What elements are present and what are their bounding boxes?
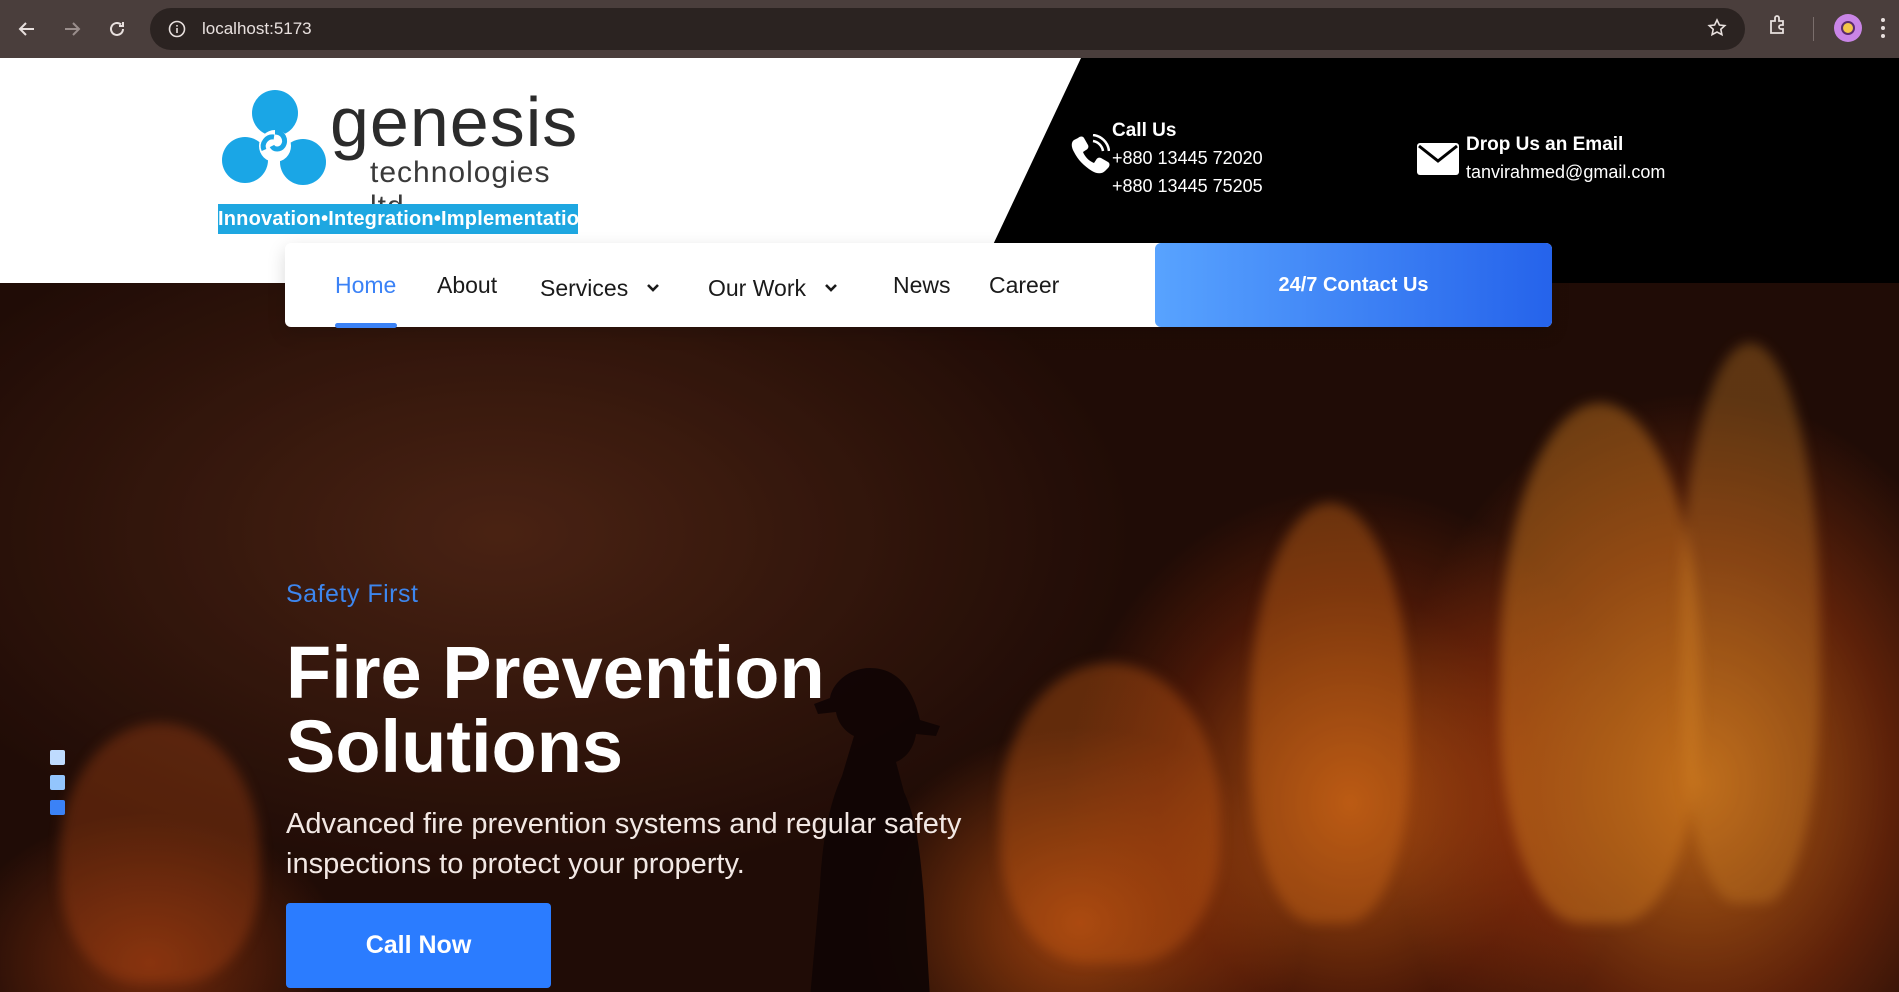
browser-toolbar: localhost:5173 bbox=[0, 0, 1899, 58]
nav-item-label: Our Work bbox=[708, 274, 806, 301]
toolbar-divider bbox=[1813, 17, 1814, 41]
nav-item-our-work[interactable]: Our Work bbox=[708, 246, 838, 330]
hero-eyebrow: Safety First bbox=[286, 580, 419, 608]
contact-us-button[interactable]: 24/7 Contact Us bbox=[1155, 243, 1552, 327]
url-text: localhost:5173 bbox=[202, 19, 312, 38]
contact-email: Drop Us an Email tanvirahmed@gmail.com bbox=[1417, 132, 1766, 186]
back-button[interactable] bbox=[9, 11, 45, 47]
envelope-icon bbox=[1417, 143, 1459, 175]
nav-item-label: Home bbox=[335, 271, 397, 298]
nav-item-news[interactable]: News bbox=[893, 243, 951, 327]
contact-call: Call Us +880 13445 72020 +880 13445 7520… bbox=[1071, 118, 1372, 200]
phone-icon bbox=[1071, 134, 1110, 174]
active-nav-indicator bbox=[335, 323, 397, 328]
nav-item-label: Career bbox=[989, 271, 1060, 298]
chevron-down-icon bbox=[825, 284, 837, 292]
nav-item-label: About bbox=[437, 271, 498, 298]
call-us-title: Call Us bbox=[1112, 120, 1177, 141]
logo-tagline: Innovation•Integration•Implementation bbox=[218, 204, 591, 234]
slider-indicators bbox=[50, 750, 66, 825]
phone-number-2[interactable]: +880 13445 75205 bbox=[1112, 172, 1372, 200]
reload-button[interactable] bbox=[99, 11, 135, 47]
nav-item-career[interactable]: Career bbox=[989, 243, 1059, 327]
company-logo[interactable]: genesis technologies ltd Innovation•Inte… bbox=[218, 83, 591, 238]
arrow-left-icon bbox=[18, 22, 34, 36]
nav-item-label: News bbox=[893, 271, 951, 298]
phone-number-1[interactable]: +880 13445 72020 bbox=[1112, 144, 1372, 172]
slide-dot-2[interactable] bbox=[50, 775, 65, 790]
address-bar[interactable]: localhost:5173 bbox=[150, 8, 1745, 50]
reload-icon bbox=[110, 21, 124, 36]
extensions-icon[interactable] bbox=[1766, 13, 1790, 42]
logo-wordmark: genesis bbox=[330, 83, 579, 161]
bookmark-star-icon[interactable] bbox=[1707, 18, 1727, 43]
nav-item-home[interactable]: Home bbox=[335, 243, 396, 327]
nav-item-label: Services bbox=[540, 274, 629, 301]
slide-dot-1[interactable] bbox=[50, 750, 65, 765]
email-title: Drop Us an Email bbox=[1466, 134, 1624, 155]
hero-title: Fire Prevention Solutions bbox=[286, 631, 825, 788]
arrow-right-icon bbox=[65, 22, 81, 36]
logo-mark-icon bbox=[222, 90, 326, 185]
main-navigation: Home About Services Our Work News Career… bbox=[285, 243, 1552, 330]
nav-item-services[interactable]: Services bbox=[540, 246, 660, 330]
hero-description: Advanced fire prevention systems and reg… bbox=[286, 808, 962, 880]
email-address[interactable]: tanvirahmed@gmail.com bbox=[1466, 158, 1766, 186]
chevron-down-icon bbox=[647, 284, 660, 292]
slide-dot-3[interactable] bbox=[50, 800, 65, 815]
browser-menu-icon[interactable] bbox=[1880, 18, 1886, 40]
call-now-button[interactable]: Call Now bbox=[286, 903, 551, 988]
profile-avatar[interactable] bbox=[1834, 14, 1862, 42]
nav-item-about[interactable]: About bbox=[437, 243, 497, 327]
forward-button[interactable] bbox=[54, 11, 90, 47]
site-info-icon[interactable] bbox=[166, 18, 188, 40]
